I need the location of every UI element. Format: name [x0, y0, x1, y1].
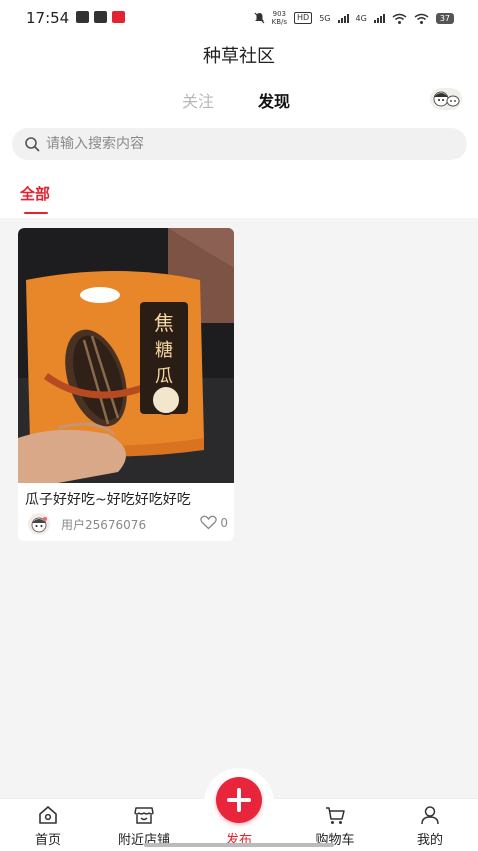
publish-button[interactable]: [216, 777, 262, 823]
cart-icon: [326, 807, 345, 824]
tab-discover[interactable]: 发现: [258, 88, 290, 112]
app-notification-icon: [112, 11, 125, 23]
user-icon: [421, 806, 439, 825]
nav-home-label: 首页: [34, 833, 61, 848]
post-title[interactable]: 瓜子好好吃~好吃好吃好吃: [25, 489, 231, 509]
signal-icon: [337, 13, 349, 23]
like-button[interactable]: 0: [200, 515, 228, 530]
svg-text:糖: 糖: [155, 340, 173, 361]
page-title: 种草社区: [203, 46, 275, 67]
svg-text:瓜: 瓜: [155, 366, 173, 387]
post-card[interactable]: 焦 糖 瓜 子 瓜子好好吃~好吃好吃好吃 用户25676076: [18, 228, 234, 541]
nav-mine[interactable]: 我的: [382, 799, 478, 851]
status-time: 17:54: [26, 9, 70, 27]
signal-5g-label: 5G: [319, 13, 331, 23]
svg-text:焦: 焦: [154, 311, 174, 335]
status-bar: 17:54 903 KB/s HD 5G 4G 37: [0, 0, 478, 36]
wifi-icon-2: [414, 13, 429, 24]
store-icon: [134, 807, 154, 824]
heart-icon: [200, 515, 218, 530]
battery-icon: 37: [435, 12, 454, 24]
hd-icon: HD: [294, 12, 313, 24]
net-speed: 903 KB/s: [271, 10, 288, 26]
sunflower-seeds-photo: 焦 糖 瓜 子: [18, 228, 234, 483]
notification-icons: [76, 11, 125, 23]
feed-tabs: 关注 发现: [0, 88, 478, 112]
category-active-indicator: [24, 212, 48, 214]
home-indicator[interactable]: [144, 843, 334, 847]
calendar-notification-icon: [94, 11, 107, 23]
user-avatar-button[interactable]: [430, 88, 462, 110]
signal-4g-label: 4G: [355, 13, 367, 23]
post-feed[interactable]: 焦 糖 瓜 子 瓜子好好吃~好吃好吃好吃 用户25676076: [0, 218, 478, 798]
status-right: 903 KB/s HD 5G 4G 37: [254, 10, 454, 26]
home-icon: [39, 806, 57, 824]
post-image[interactable]: 焦 糖 瓜 子: [18, 228, 234, 483]
search-input[interactable]: [46, 128, 446, 160]
nav-home[interactable]: 首页: [0, 799, 96, 851]
cartoon-avatar-icon: [31, 517, 47, 533]
tab-follow[interactable]: 关注: [182, 88, 214, 112]
search-bar[interactable]: [12, 128, 467, 160]
signal-icon-2: [373, 13, 385, 23]
post-author-name[interactable]: 用户25676076: [61, 516, 146, 533]
search-icon: [25, 137, 40, 152]
post-author-avatar[interactable]: [28, 513, 50, 535]
wifi-icon: [392, 13, 407, 24]
like-count: 0: [220, 515, 228, 530]
gallery-notification-icon: [76, 11, 89, 23]
nav-mine-label: 我的: [416, 833, 443, 848]
mute-icon: [254, 12, 265, 24]
category-tab-all[interactable]: 全部: [20, 183, 50, 204]
plus-icon: [227, 788, 251, 812]
cartoon-avatar-icon: [433, 91, 460, 107]
